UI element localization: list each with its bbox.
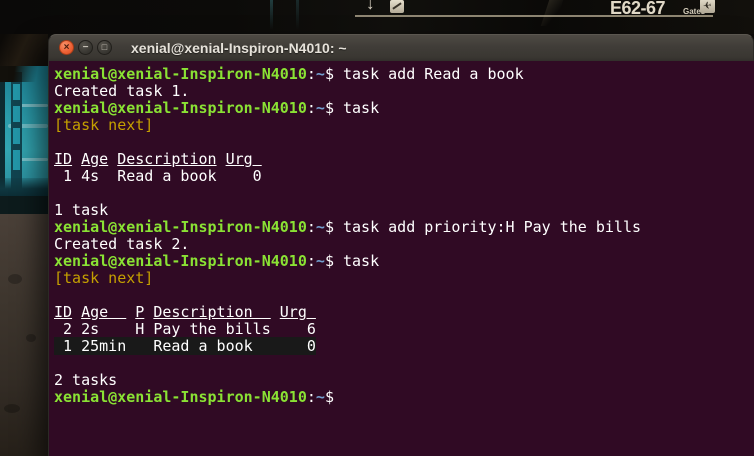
city-silhouette (0, 178, 48, 196)
floor-stain (4, 404, 20, 413)
terminal-line: xenial@xenial-Inspiron-N4010:~$ task add… (54, 65, 524, 83)
terminal-line: 2 2s H Pay the bills 6 (54, 320, 316, 338)
terminal-line: 1 4s Read a book 0 (54, 167, 262, 185)
wallpaper-sky-window (0, 66, 48, 196)
terminal-line: xenial@xenial-Inspiron-N4010:~$ task add… (54, 218, 642, 236)
terminal-line: xenial@xenial-Inspiron-N4010:~$ task (54, 99, 380, 117)
cloud (20, 158, 48, 161)
airplane-icon: ✈ (700, 0, 715, 13)
terminal-line: 1 25min Read a book 0 (54, 337, 316, 355)
sign-divider (355, 15, 713, 17)
minimize-button[interactable]: − (78, 40, 93, 55)
terminal-line: 2 tasks (54, 371, 118, 389)
wallpaper-top-strip: ↓ E62-67 Gates ✈ (0, 0, 754, 34)
terminal-line: xenial@xenial-Inspiron-N4010:~$ (54, 388, 334, 406)
window-sill (0, 196, 48, 214)
titlebar[interactable]: × − □ xenial@xenial-Inspiron-N4010: ~ (48, 34, 754, 61)
light-streak (296, 0, 299, 30)
close-button[interactable]: × (59, 40, 74, 55)
floor-stain (8, 274, 22, 284)
ceiling-edge (0, 66, 48, 82)
wallpaper-left-strip (0, 0, 48, 456)
terminal-line: Created task 2. (54, 235, 190, 253)
terminal-line: ID Age P Description Urg (54, 303, 316, 321)
gate-sign: ↓ E62-67 Gates ✈ (352, 0, 720, 20)
down-arrow-icon: ↓ (366, 0, 375, 13)
terminal-line: Created task 1. (54, 82, 190, 100)
terminal-line: xenial@xenial-Inspiron-N4010:~$ task (54, 252, 380, 270)
window-controls: × − □ (59, 40, 112, 55)
light-streak (270, 0, 273, 30)
cloud (18, 104, 48, 107)
terminal-content[interactable]: xenial@xenial-Inspiron-N4010:~$ task add… (48, 61, 754, 456)
terminal-line: [task next] (54, 116, 154, 134)
maximize-icon: □ (101, 42, 108, 52)
window-title: xenial@xenial-Inspiron-N4010: ~ (131, 40, 347, 56)
terminal-line: [task next] (54, 269, 154, 287)
terminal-window: × − □ xenial@xenial-Inspiron-N4010: ~ xe… (48, 34, 754, 456)
close-icon: × (63, 41, 70, 53)
wallpaper-floor (0, 214, 48, 456)
floor-stain (26, 334, 36, 342)
escalator-icon (390, 0, 404, 13)
maximize-button[interactable]: □ (97, 40, 112, 55)
terminal-line: ID Age Description Urg (54, 150, 262, 168)
minimize-icon: − (82, 41, 89, 53)
window-mullion (0, 66, 5, 196)
terminal-output: xenial@xenial-Inspiron-N4010:~$ task add… (54, 66, 754, 406)
terminal-line: 1 task (54, 201, 109, 219)
